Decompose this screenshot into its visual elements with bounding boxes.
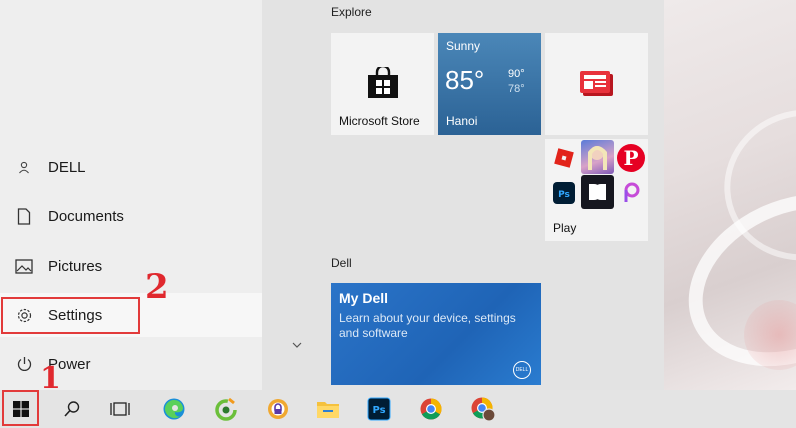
rail-item-user[interactable]: DELL [0, 145, 262, 189]
dell-logo-icon: DELL [513, 361, 531, 379]
chrome-profile-icon[interactable] [463, 390, 503, 428]
tile-description: Learn about your device, settings and so… [339, 311, 516, 340]
chevron-down-icon[interactable] [292, 340, 302, 352]
coccoc-icon[interactable] [206, 390, 246, 428]
tile-title: My Dell [339, 290, 389, 306]
weather-condition: Sunny [446, 39, 481, 53]
store-bag-icon [366, 64, 400, 104]
pinterest-icon: P [615, 142, 647, 174]
svg-text:P: P [623, 146, 638, 170]
roblox-icon [548, 142, 580, 174]
rail-item-label: Documents [48, 207, 124, 225]
rail-item-documents[interactable]: Documents [0, 194, 262, 238]
chrome-icon[interactable] [411, 390, 451, 428]
rail-item-pictures[interactable]: Pictures [0, 244, 262, 288]
pictures-icon [0, 258, 48, 274]
photoshop-express-icon: Ps [548, 177, 580, 209]
avast-browser-icon[interactable] [258, 390, 298, 428]
weather-city: Hanoi [446, 114, 478, 128]
rail-item-settings[interactable]: Settings [0, 293, 262, 337]
weather-low: 78° [508, 83, 525, 95]
windows-start-icon[interactable] [1, 390, 41, 428]
tile-label: Microsoft Store [339, 114, 420, 128]
news-icon [580, 71, 614, 102]
document-icon [0, 207, 48, 225]
picsart-icon [615, 177, 647, 209]
user-icon [0, 160, 48, 174]
file-explorer-icon[interactable] [308, 390, 348, 428]
svg-text:Ps: Ps [372, 405, 385, 416]
tile-weather[interactable]: Sunny 85° 90° 78° Hanoi [438, 33, 541, 135]
weather-temperature: 85° [445, 65, 485, 95]
gear-icon [0, 307, 48, 324]
step-number-2: 2 [145, 267, 169, 307]
rail-item-label: Settings [48, 306, 103, 324]
rail-item-label: Pictures [48, 257, 103, 275]
taskbar: Ps [0, 390, 796, 428]
tile-play[interactable]: P Ps Play [545, 139, 648, 241]
task-view-icon[interactable] [100, 390, 140, 428]
start-menu-rail: DELL Documents Pictures Settings Power [0, 0, 262, 390]
group-label-dell: Dell [331, 256, 352, 270]
group-label-explore: Explore [331, 5, 372, 19]
search-icon[interactable] [52, 390, 92, 428]
tile-microsoft-store[interactable]: Microsoft Store [331, 33, 434, 135]
rail-item-label: DELL [48, 158, 86, 176]
tile-news[interactable] [545, 33, 648, 135]
svg-text:Ps: Ps [558, 190, 570, 200]
dolby-icon [581, 175, 614, 209]
photoshop-icon[interactable]: Ps [359, 390, 399, 428]
game-icon [581, 140, 614, 174]
weather-high: 90° [508, 68, 525, 80]
edge-icon[interactable] [154, 390, 194, 428]
tile-my-dell[interactable]: My Dell Learn about your device, setting… [331, 283, 541, 385]
tile-label: Play [553, 221, 577, 235]
desktop-wallpaper [660, 0, 796, 399]
